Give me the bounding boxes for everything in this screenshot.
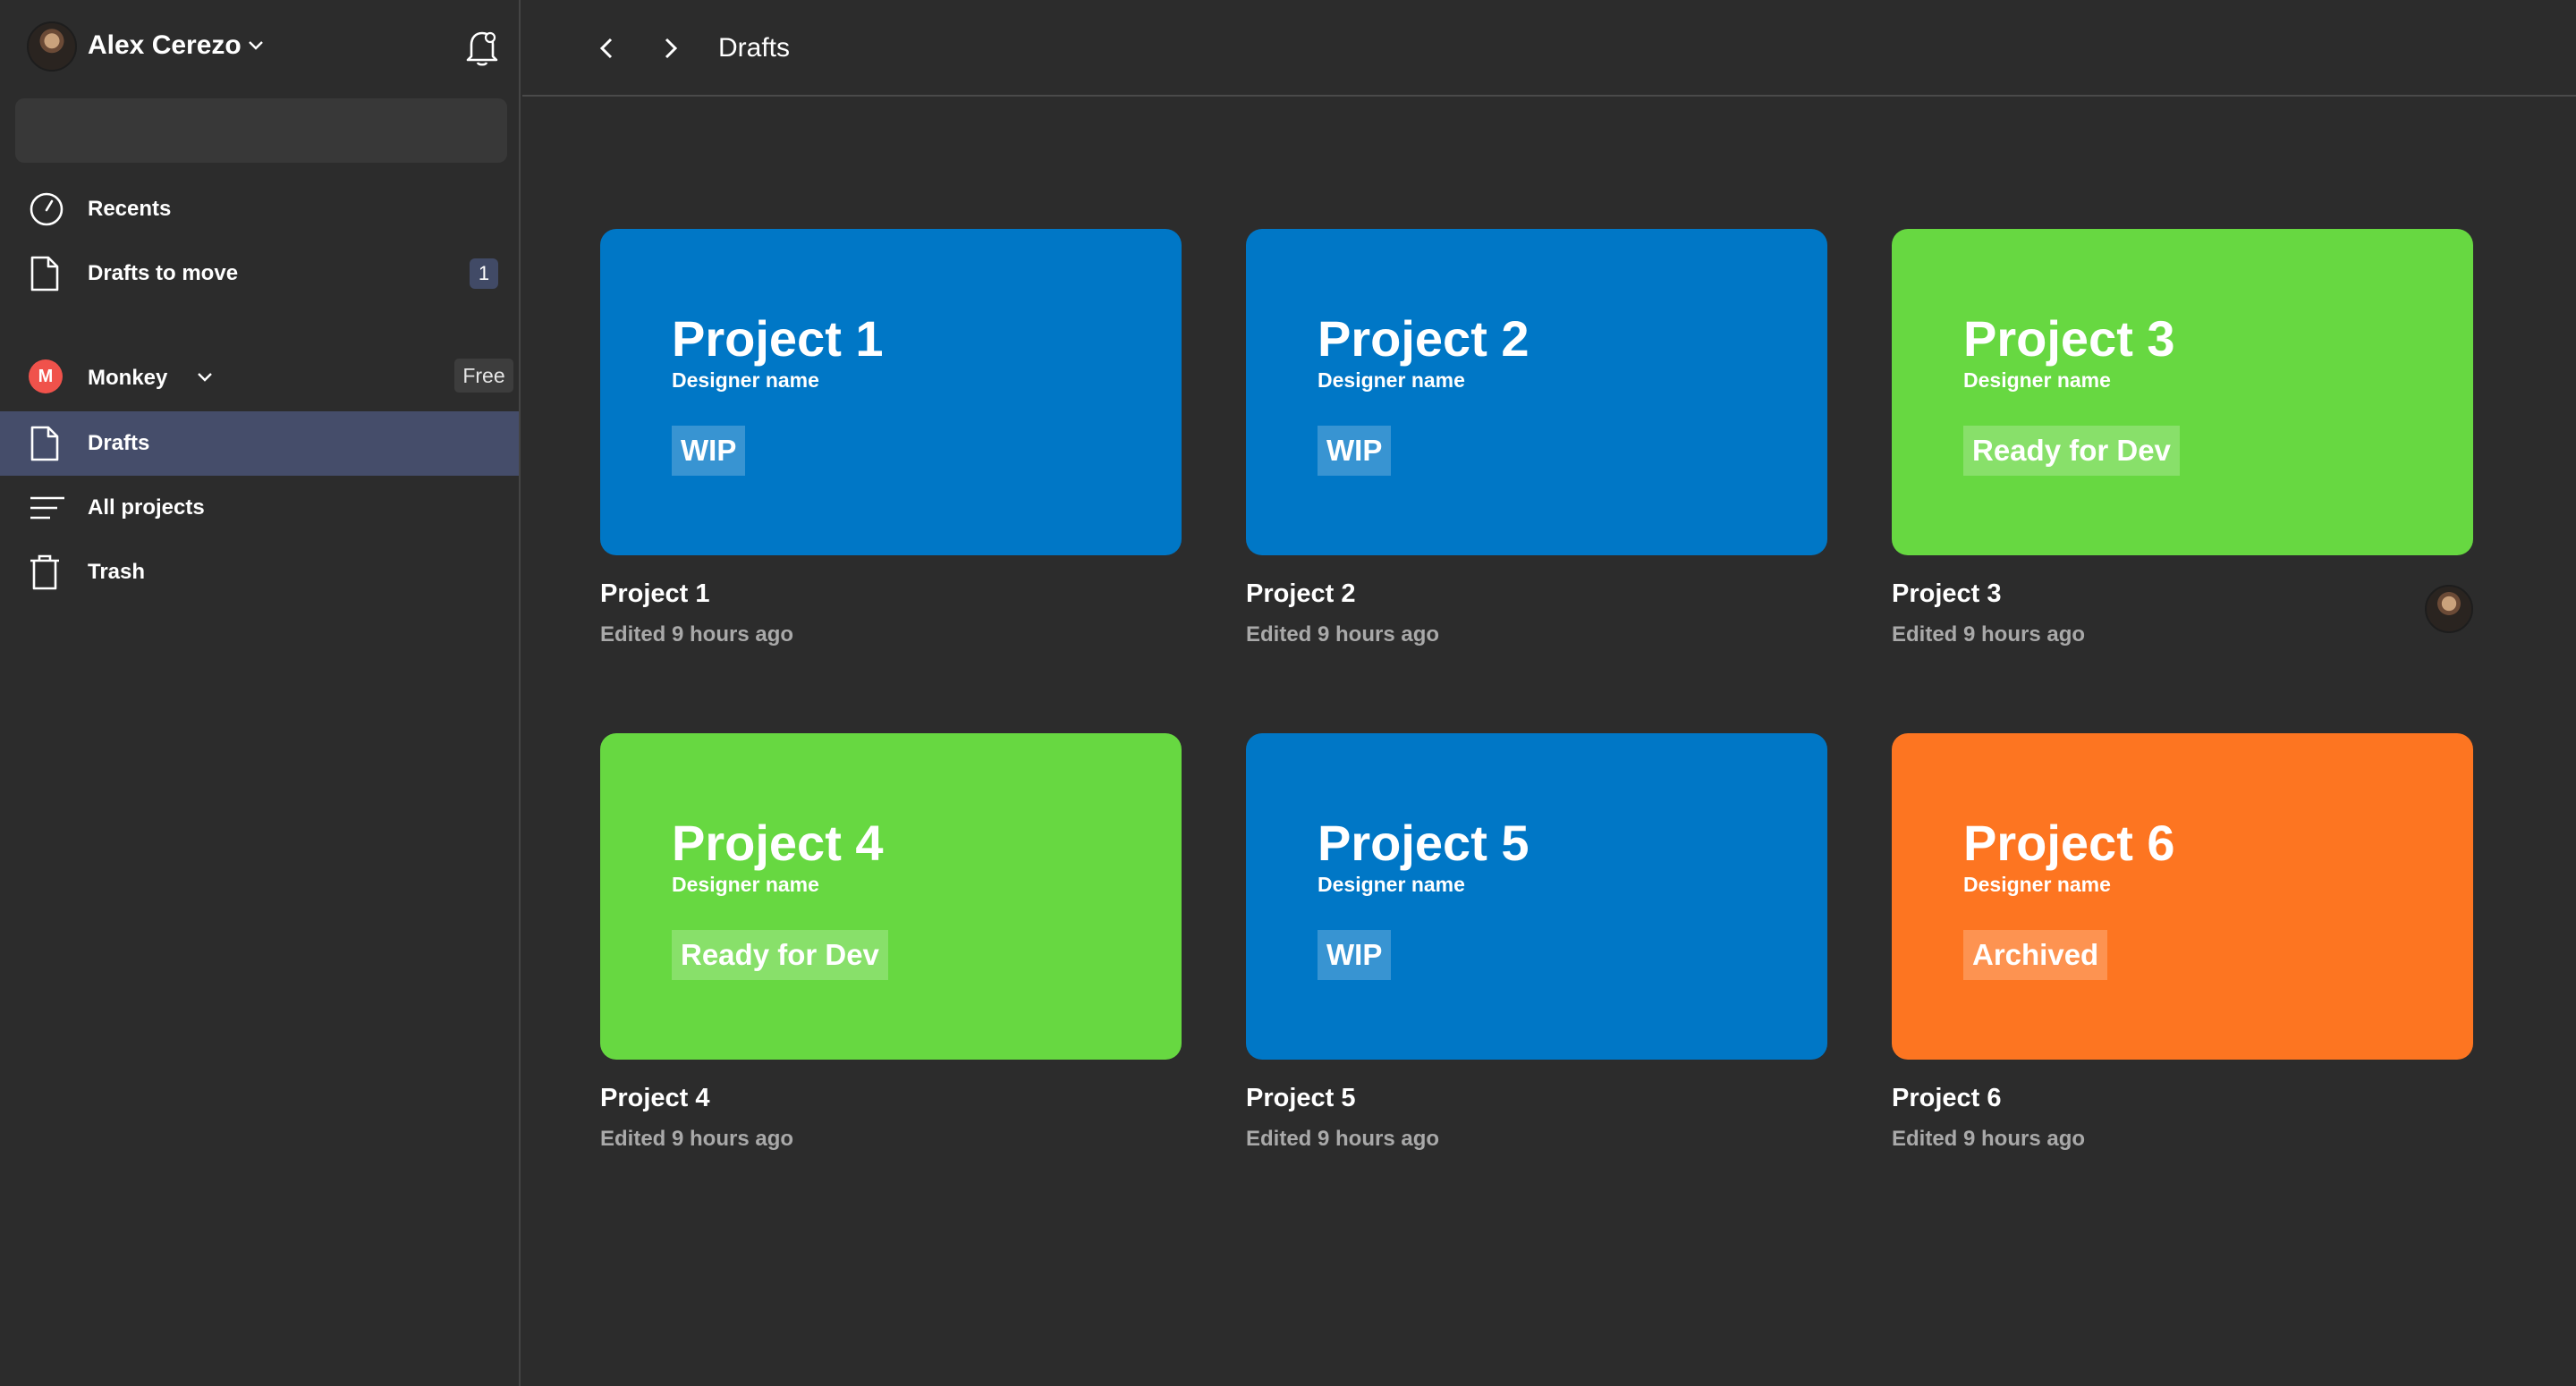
page-title: Drafts (718, 33, 791, 63)
team-switcher[interactable]: M Monkey Free (0, 344, 519, 409)
collaborator-avatar[interactable] (2425, 585, 2473, 633)
search-input[interactable] (15, 98, 507, 163)
plan-badge: Free (454, 359, 513, 393)
sidebar-item-label: All projects (88, 495, 205, 520)
status-tag: WIP (1318, 930, 1392, 980)
project-name[interactable]: Project 4 (600, 1084, 710, 1113)
sidebar-item-label: Trash (88, 560, 146, 584)
bell-icon[interactable] (463, 27, 501, 68)
sidebar: Alex Cerezo Recents Drafts to move 1 M M… (0, 0, 521, 1386)
sidebar-item-trash[interactable]: Trash (0, 540, 519, 604)
project-edited-time: Edited 9 hours ago (1246, 1127, 1440, 1151)
project-edited-time: Edited 9 hours ago (1246, 622, 1440, 647)
thumbnail-designer: Designer name (1318, 368, 1465, 392)
chevron-down-icon[interactable] (247, 39, 265, 52)
project-thumbnail[interactable]: Project 3 Designer name Ready for Dev (1892, 229, 2473, 555)
thumbnail-title: Project 3 (1963, 310, 2175, 367)
app-window: Alex Cerezo Recents Drafts to move 1 M M… (0, 0, 2576, 1386)
project-thumbnail[interactable]: Project 2 Designer name WIP (1246, 229, 1827, 555)
sidebar-item-all-projects[interactable]: All projects (0, 476, 519, 540)
project-name[interactable]: Project 3 (1892, 579, 2002, 609)
project-name[interactable]: Project 6 (1892, 1084, 2002, 1113)
status-tag: WIP (672, 426, 746, 476)
chevron-left-icon[interactable] (594, 34, 619, 63)
sidebar-item-drafts[interactable]: Drafts (0, 411, 519, 476)
user-menu[interactable]: Alex Cerezo (0, 0, 519, 97)
thumbnail-designer: Designer name (1963, 873, 2111, 896)
project-card[interactable]: Project 3 Designer name Ready for Dev Pr… (1892, 229, 2473, 667)
project-name[interactable]: Project 5 (1246, 1084, 1356, 1113)
project-card[interactable]: Project 2 Designer name WIP Project 2 Ed… (1246, 229, 1827, 667)
team-name[interactable]: Monkey (88, 366, 167, 391)
project-card[interactable]: Project 4 Designer name Ready for Dev Pr… (600, 733, 1182, 1171)
user-avatar[interactable] (27, 21, 77, 72)
thumbnail-title: Project 4 (672, 815, 884, 871)
project-edited-time: Edited 9 hours ago (600, 622, 794, 647)
project-card[interactable]: Project 6 Designer name Archived Project… (1892, 733, 2473, 1171)
project-edited-time: Edited 9 hours ago (1892, 622, 2086, 647)
status-tag: Archived (1963, 930, 2108, 980)
team-avatar: M (29, 359, 63, 393)
chevron-right-icon[interactable] (658, 34, 683, 63)
project-name[interactable]: Project 2 (1246, 579, 1356, 609)
document-icon (30, 256, 59, 292)
status-tag: Ready for Dev (672, 930, 888, 980)
project-card[interactable]: Project 1 Designer name WIP Project 1 Ed… (600, 229, 1182, 667)
thumbnail-title: Project 1 (672, 310, 884, 367)
project-thumbnail[interactable]: Project 6 Designer name Archived (1892, 733, 2473, 1060)
user-name[interactable]: Alex Cerezo (88, 30, 242, 61)
project-edited-time: Edited 9 hours ago (600, 1127, 794, 1151)
count-badge: 1 (470, 258, 498, 289)
chevron-down-icon[interactable] (196, 371, 214, 384)
project-card[interactable]: Project 5 Designer name WIP Project 5 Ed… (1246, 733, 1827, 1171)
thumbnail-designer: Designer name (672, 873, 819, 896)
project-thumbnail[interactable]: Project 1 Designer name WIP (600, 229, 1182, 555)
thumbnail-title: Project 2 (1318, 310, 1530, 367)
project-edited-time: Edited 9 hours ago (1892, 1127, 2086, 1151)
sidebar-item-drafts-to-move[interactable]: Drafts to move 1 (0, 241, 519, 306)
thumbnail-designer: Designer name (672, 368, 819, 392)
thumbnail-title: Project 5 (1318, 815, 1530, 871)
sidebar-item-label: Recents (88, 197, 172, 221)
project-name[interactable]: Project 1 (600, 579, 710, 609)
project-thumbnail[interactable]: Project 4 Designer name Ready for Dev (600, 733, 1182, 1060)
list-icon (30, 496, 64, 520)
trash-icon (30, 554, 59, 590)
thumbnail-designer: Designer name (1318, 873, 1465, 896)
thumbnail-title: Project 6 (1963, 815, 2175, 871)
sidebar-item-label: Drafts (88, 431, 150, 455)
sidebar-item-recents[interactable]: Recents (0, 177, 519, 241)
thumbnail-designer: Designer name (1963, 368, 2111, 392)
clock-icon (30, 192, 64, 226)
top-bar: Drafts (522, 0, 2576, 97)
project-thumbnail[interactable]: Project 5 Designer name WIP (1246, 733, 1827, 1060)
document-icon (30, 426, 59, 461)
sidebar-item-label: Drafts to move (88, 261, 239, 285)
status-tag: WIP (1318, 426, 1392, 476)
status-tag: Ready for Dev (1963, 426, 2180, 476)
